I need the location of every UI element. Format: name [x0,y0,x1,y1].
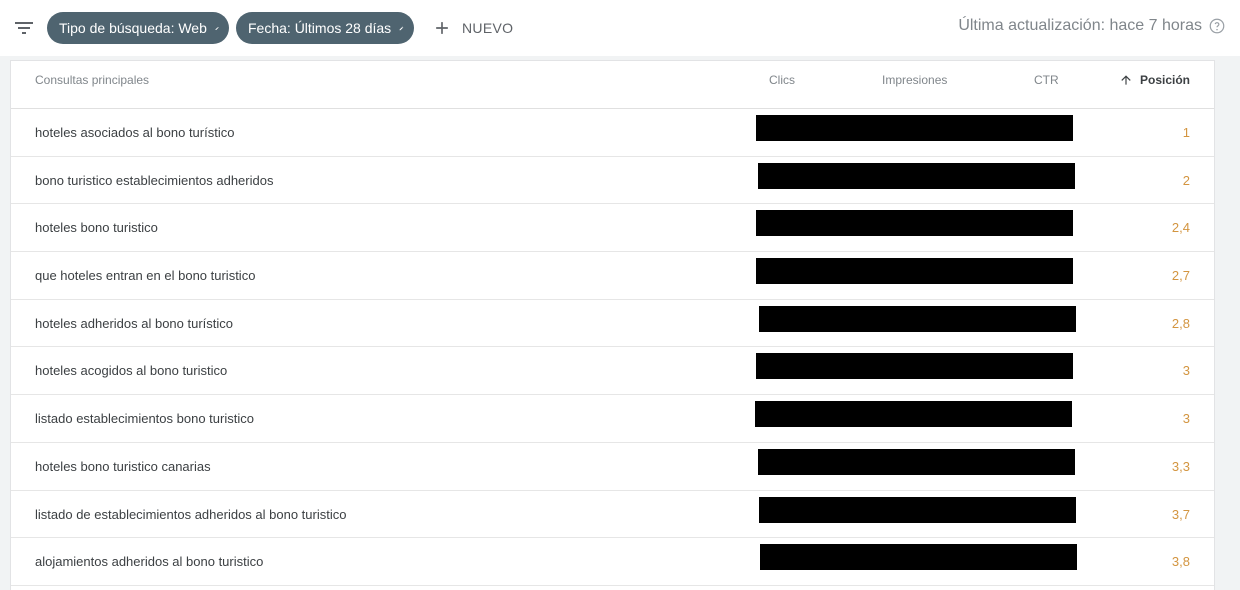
redacted-metrics [756,353,1073,380]
position-value: 2,4 [1171,220,1190,236]
table-row[interactable]: hoteles adheridos al bono turístico 2,8 [11,300,1214,348]
query-text: hoteles asociados al bono turístico [35,125,235,140]
chip-label: Tipo de búsqueda: Web [59,20,207,36]
position-value: 3,7 [1171,506,1190,522]
redacted-metrics [759,496,1076,523]
edit-icon[interactable] [215,21,219,36]
position-value: 2,8 [1171,315,1190,331]
table-header: Consultas principales Clics Impresiones … [11,61,1214,109]
column-header-ctr[interactable]: CTR [1034,73,1059,87]
table-row[interactable]: hoteles asociados al bono turístico 1 [11,109,1214,157]
filter-list-icon[interactable] [12,16,36,40]
edit-icon[interactable] [399,21,404,36]
arrow-up-icon [1121,75,1131,85]
last-update: Última actualización: hace 7 horas [958,17,1226,35]
table-row[interactable]: que hoteles entran en el bono turistico 2… [11,252,1214,300]
plus-icon [436,22,448,34]
query-text: hoteles adheridos al bono turístico [35,315,234,331]
table-row[interactable]: hoteles bono turistico canarias 3,3 [11,443,1214,491]
position-value: 3 [1182,363,1190,379]
new-filter-button[interactable]: NUEVO [432,14,513,42]
query-text: alojamientos adheridos al bono turistico [35,554,264,570]
redacted-metrics [755,401,1072,428]
column-header-position[interactable]: Posición [1119,73,1190,87]
query-text: listado establecimientos bono turistico [35,411,254,427]
table-row[interactable]: hoteles bono turistico 2,4 [11,204,1214,253]
table-row[interactable]: hoteles acogidos al bono turistico 3 [11,347,1214,396]
redacted-metrics [758,162,1075,189]
table-row[interactable]: bono turistico establecimientos adherido… [11,157,1214,205]
column-header-impressions[interactable]: Impresiones [882,73,947,87]
queries-table-card: Consultas principales Clics Impresiones … [11,61,1214,590]
table-row[interactable]: listado de establecimientos adheridos al… [11,491,1214,539]
last-update-text: Última actualización: hace 7 horas [958,17,1202,34]
query-text: bono turistico establecimientos adherido… [35,172,274,188]
table-row[interactable]: alojamientos adheridos al bono turistico… [11,538,1214,586]
date-range-chip[interactable]: Fecha: Últimos 28 días [236,12,414,44]
position-value: 1 [1182,125,1190,140]
redacted-metrics [756,210,1073,237]
query-text: hoteles bono turistico [35,220,158,236]
redacted-metrics [760,544,1077,571]
column-header-query[interactable]: Consultas principales [35,73,149,87]
query-text: listado de establecimientos adheridos al… [35,506,347,522]
position-value: 3,8 [1171,554,1190,570]
column-header-position-label: Posición [1139,73,1190,87]
help-circle-icon[interactable] [1208,17,1226,35]
table-body: hoteles asociados al bono turístico 1 bono… [11,109,1214,586]
redacted-metrics [756,115,1073,141]
table-row[interactable]: listado establecimientos bono turistico 3 [11,395,1214,443]
column-header-clicks[interactable]: Clics [769,73,795,87]
query-text: hoteles acogidos al bono turistico [35,363,228,379]
new-filter-label: NUEVO [462,20,514,36]
redacted-metrics [756,258,1073,285]
search-type-chip[interactable]: Tipo de búsqueda: Web [47,12,229,44]
redacted-metrics [758,448,1075,475]
position-value: 3,3 [1171,458,1190,474]
filter-bar: Tipo de búsqueda: Web Fecha: Últimos 28 … [0,0,1240,56]
query-text: que hoteles entran en el bono turistico [35,268,256,284]
position-value: 2 [1182,172,1190,188]
redacted-metrics [759,305,1076,332]
chip-label: Fecha: Últimos 28 días [248,20,392,36]
position-value: 2,7 [1171,268,1190,284]
query-text: hoteles bono turistico canarias [35,458,211,474]
position-value: 3 [1182,411,1190,427]
